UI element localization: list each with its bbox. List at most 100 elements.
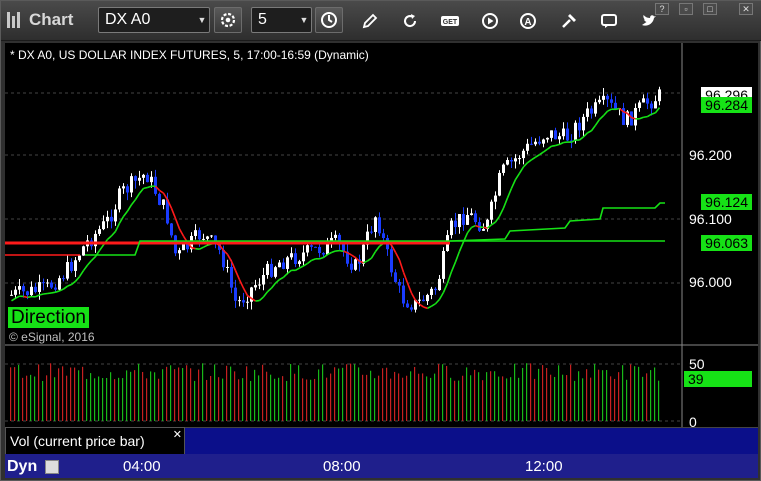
volume-bar (386, 367, 388, 421)
play-icon[interactable] (479, 10, 501, 32)
chart-window: Chart DX A0 ▼ 5 ▼ GET A ? ▫ □ ✕ * DX A0,… (0, 0, 761, 481)
volume-bar (558, 365, 560, 421)
volume-bar (30, 374, 32, 421)
moving-average-line (607, 108, 612, 112)
candle-body (230, 266, 233, 288)
volume-bar (54, 377, 56, 421)
refresh-icon[interactable] (399, 10, 421, 32)
time-axis[interactable]: Dyn 04:00 08:00 12:00 (5, 454, 758, 478)
candle-body (54, 287, 57, 290)
candle-body (274, 267, 277, 277)
volume-bar (98, 376, 100, 421)
moving-average-line (299, 265, 304, 269)
volume-bar (258, 375, 260, 421)
time-label: 04:00 (123, 458, 161, 475)
volume-bar (14, 367, 16, 421)
candle-body (458, 214, 461, 228)
volume-bar (658, 380, 660, 421)
volume-bar (290, 363, 292, 421)
minimize-button[interactable]: ▫ (679, 3, 693, 15)
candle-body (10, 294, 13, 296)
volume-bar (610, 376, 612, 421)
chart-area[interactable]: * DX A0, US DOLLAR INDEX FUTURES, 5, 17:… (5, 43, 758, 478)
candle-body (318, 246, 321, 254)
lock-icon[interactable] (45, 460, 59, 474)
moving-average-line (178, 228, 185, 237)
moving-average-line (82, 264, 89, 272)
candle-body (262, 274, 265, 285)
symbol-combo[interactable]: DX A0 ▼ (98, 7, 210, 33)
volume-bar (206, 379, 208, 421)
candle-body (362, 244, 365, 264)
volume-bar (226, 365, 228, 421)
alert-icon[interactable]: A (517, 10, 539, 32)
volume-bar (490, 371, 492, 421)
settings-button[interactable] (214, 7, 242, 33)
volume-bar (270, 374, 272, 421)
get-icon[interactable]: GET (439, 10, 461, 32)
time-mode-label[interactable]: Dyn (7, 458, 37, 476)
volume-bar (550, 374, 552, 421)
candle-body (50, 282, 53, 288)
volume-bar (570, 364, 572, 421)
moving-average-line (527, 159, 532, 164)
volume-bar (210, 375, 212, 421)
app-title-label: Chart (29, 10, 74, 29)
candle-body (506, 160, 509, 165)
help-button[interactable]: ? (655, 3, 669, 15)
moving-average-line (74, 276, 81, 282)
moving-average-line (639, 116, 644, 120)
volume-bar (578, 371, 580, 421)
volume-bar (242, 378, 244, 421)
candle-body (466, 215, 469, 225)
price-chart[interactable] (5, 43, 758, 454)
volume-pane-tab[interactable]: Vol (current price bar) ✕ (5, 427, 185, 454)
candle-body (110, 216, 113, 222)
close-icon[interactable]: ✕ (173, 428, 182, 441)
volume-bar (442, 364, 444, 421)
volume-bar (286, 380, 288, 421)
volume-bar (422, 373, 424, 421)
grid-lines (5, 92, 682, 422)
candle-body (510, 160, 513, 162)
volume-bar (50, 363, 52, 421)
candle-body (534, 141, 537, 145)
moving-average-line (559, 141, 564, 146)
volume-bar (502, 376, 504, 421)
moving-average-line (191, 246, 196, 250)
volume-bar (566, 375, 568, 421)
price-tick: 96.100 (689, 211, 732, 227)
volume-bar (546, 367, 548, 421)
volume-bar (118, 377, 120, 421)
moving-average-line (39, 293, 44, 296)
close-button[interactable]: ✕ (739, 3, 753, 15)
interval-combo[interactable]: 5 ▼ (251, 7, 312, 33)
moving-average-line (23, 295, 28, 299)
volume-bar (282, 376, 284, 421)
candle-body (334, 234, 337, 238)
moving-average-line (78, 270, 85, 278)
chart-logo-icon (5, 12, 25, 28)
candle-body (142, 174, 145, 178)
draw-pencil-icon[interactable] (359, 10, 381, 32)
toolbar: Chart DX A0 ▼ 5 ▼ GET A ? ▫ □ ✕ (1, 1, 761, 41)
moving-average-line (555, 143, 560, 147)
tools-icon[interactable] (558, 10, 580, 32)
moving-average-line (398, 259, 405, 273)
moving-average-line (531, 156, 536, 161)
clock-button[interactable] (315, 7, 343, 33)
chevron-down-icon: ▼ (299, 15, 309, 25)
candle-body (642, 98, 645, 103)
moving-average-line (323, 253, 328, 259)
volume-bar (302, 378, 304, 421)
candle-body (454, 220, 457, 228)
volume-bar (426, 376, 428, 421)
candle-body (370, 231, 373, 233)
candle-body (198, 230, 201, 240)
candle-body (206, 236, 209, 239)
moving-average-line (15, 295, 20, 299)
moving-average-line (587, 130, 592, 134)
moving-average-line (579, 136, 584, 141)
maximize-button[interactable]: □ (703, 3, 717, 15)
comment-icon[interactable] (598, 10, 620, 32)
